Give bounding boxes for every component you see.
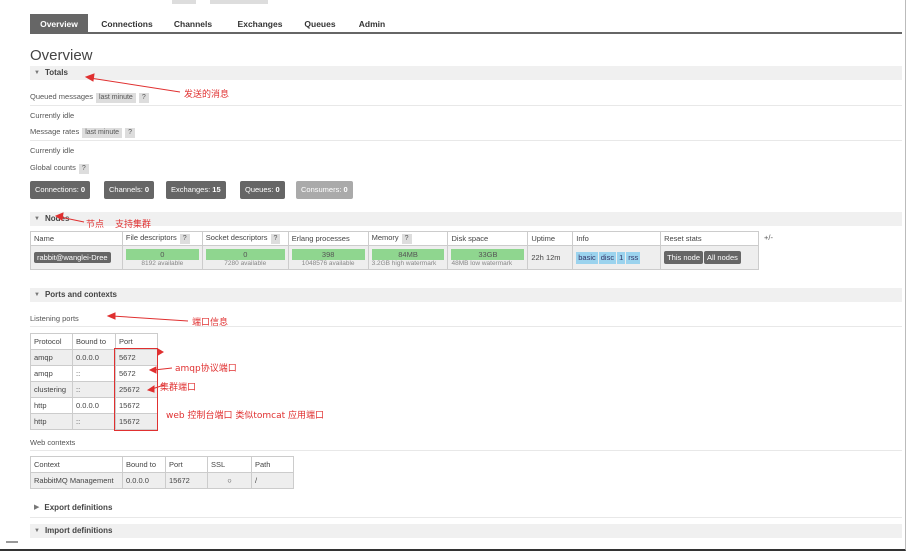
- annotation-web-port: web 控制台端口 类似tomcat 应用端口: [166, 411, 324, 421]
- annotation-amqp-port: amqp协议端口: [175, 364, 237, 374]
- annotation-node: 节点: [86, 220, 105, 230]
- annotation-port-info: 端口信息: [192, 318, 229, 328]
- annotation-cluster: 支持集群: [115, 220, 152, 230]
- annotation-cluster-port: 集群端口: [160, 383, 197, 393]
- annotation-arrows: [54, 73, 189, 393]
- annotation-messages: 发送的消息: [184, 90, 230, 100]
